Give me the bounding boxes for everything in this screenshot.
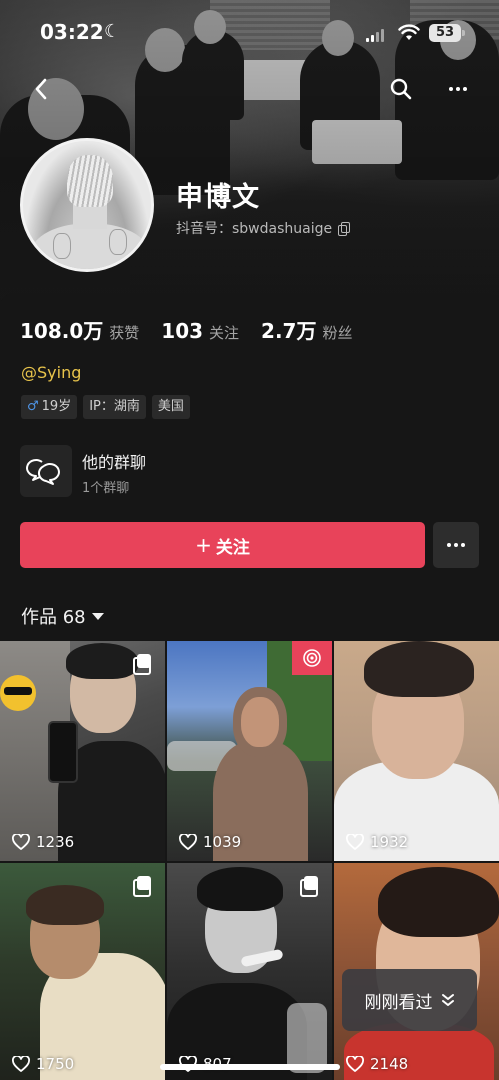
stat-label: 获赞: [109, 324, 140, 342]
profile-tags: ♂ 19岁 IP：湖南 美国: [21, 395, 196, 419]
more-options-button[interactable]: [441, 72, 475, 106]
status-time: 03:22: [40, 20, 104, 44]
profile-name: 申博文: [176, 182, 260, 213]
signal-icon: [366, 28, 386, 42]
copy-icon[interactable]: [338, 222, 351, 236]
video-likes: 1039: [179, 833, 241, 851]
male-icon: ♂: [27, 399, 39, 414]
stat-label: 粉丝: [322, 324, 353, 342]
video-thumbnail[interactable]: 1236: [0, 641, 165, 861]
profile-more-button[interactable]: [433, 522, 479, 568]
video-thumbnail[interactable]: 1039: [167, 641, 332, 861]
recently-viewed-label: 刚刚看过: [364, 992, 433, 1013]
recently-viewed-button[interactable]: 刚刚看过: [342, 969, 477, 1031]
video-thumbnail[interactable]: 1932: [334, 641, 499, 861]
group-chat-entry[interactable]: 他的群聊 1个群聊: [20, 443, 320, 497]
video-likes: 1236: [12, 833, 74, 851]
bio-mention[interactable]: @Sying: [21, 363, 81, 382]
follow-label: 关注: [215, 537, 250, 558]
stat-following[interactable]: 103 关注: [161, 319, 239, 343]
gender-age-tag: ♂ 19岁: [21, 395, 78, 419]
back-button[interactable]: [24, 72, 58, 106]
stat-likes[interactable]: 108.0万 获赞: [20, 315, 139, 344]
caret-down-icon: [91, 612, 104, 620]
home-indicator[interactable]: [160, 1064, 340, 1070]
video-likes: 2148: [346, 1055, 408, 1073]
follow-button[interactable]: + 关注: [20, 522, 425, 568]
stat-label: 关注: [209, 324, 240, 342]
battery-icon: 53: [429, 24, 465, 42]
search-button[interactable]: [384, 72, 418, 106]
douyin-id-label: 抖音号：: [176, 221, 232, 237]
more-icon: [447, 543, 465, 547]
ip-tag: IP：湖南: [83, 395, 146, 419]
video-likes: 1932: [346, 833, 408, 851]
stat-followers[interactable]: 2.7万 粉丝: [261, 315, 352, 344]
works-tab-label: 作品 68: [21, 607, 86, 628]
multi-image-icon: [133, 654, 151, 675]
works-tab[interactable]: 作品 68: [21, 603, 104, 629]
video-thumbnail[interactable]: 807: [167, 863, 332, 1080]
country-tag: 美国: [151, 395, 190, 419]
stat-value: 103: [161, 319, 204, 343]
search-icon: [390, 78, 412, 100]
live-badge: [292, 641, 332, 675]
group-chat-title: 他的群聊: [82, 453, 147, 472]
stat-value: 2.7万: [261, 319, 317, 343]
wifi-icon: [398, 24, 420, 40]
plus-icon: +: [195, 533, 212, 557]
heart-icon: [179, 834, 197, 850]
chevron-left-icon: [35, 78, 47, 100]
status-bar: 03:22 ☾ 53: [0, 18, 499, 48]
stat-value: 108.0万: [20, 319, 104, 343]
more-icon: [449, 87, 467, 91]
heart-icon: [346, 1056, 364, 1072]
video-likes: 1750: [12, 1055, 74, 1073]
douyin-id[interactable]: 抖音号：sbwdashuaige: [176, 218, 351, 238]
multi-image-icon: [300, 876, 318, 897]
avatar[interactable]: [20, 138, 154, 272]
video-thumbnail[interactable]: 1750: [0, 863, 165, 1080]
stats-row: 108.0万 获赞 103 关注 2.7万 粉丝: [20, 315, 375, 344]
heart-icon: [12, 834, 30, 850]
group-chat-icon: [20, 445, 72, 497]
moon-icon: ☾: [104, 21, 121, 42]
douyin-id-value: sbwdashuaige: [232, 221, 333, 237]
double-chevron-down-icon: [441, 994, 454, 1006]
group-chat-count: 1个群聊: [82, 481, 130, 496]
heart-icon: [12, 1056, 30, 1072]
heart-icon: [346, 834, 364, 850]
multi-image-icon: [133, 876, 151, 897]
live-icon: [303, 649, 321, 667]
